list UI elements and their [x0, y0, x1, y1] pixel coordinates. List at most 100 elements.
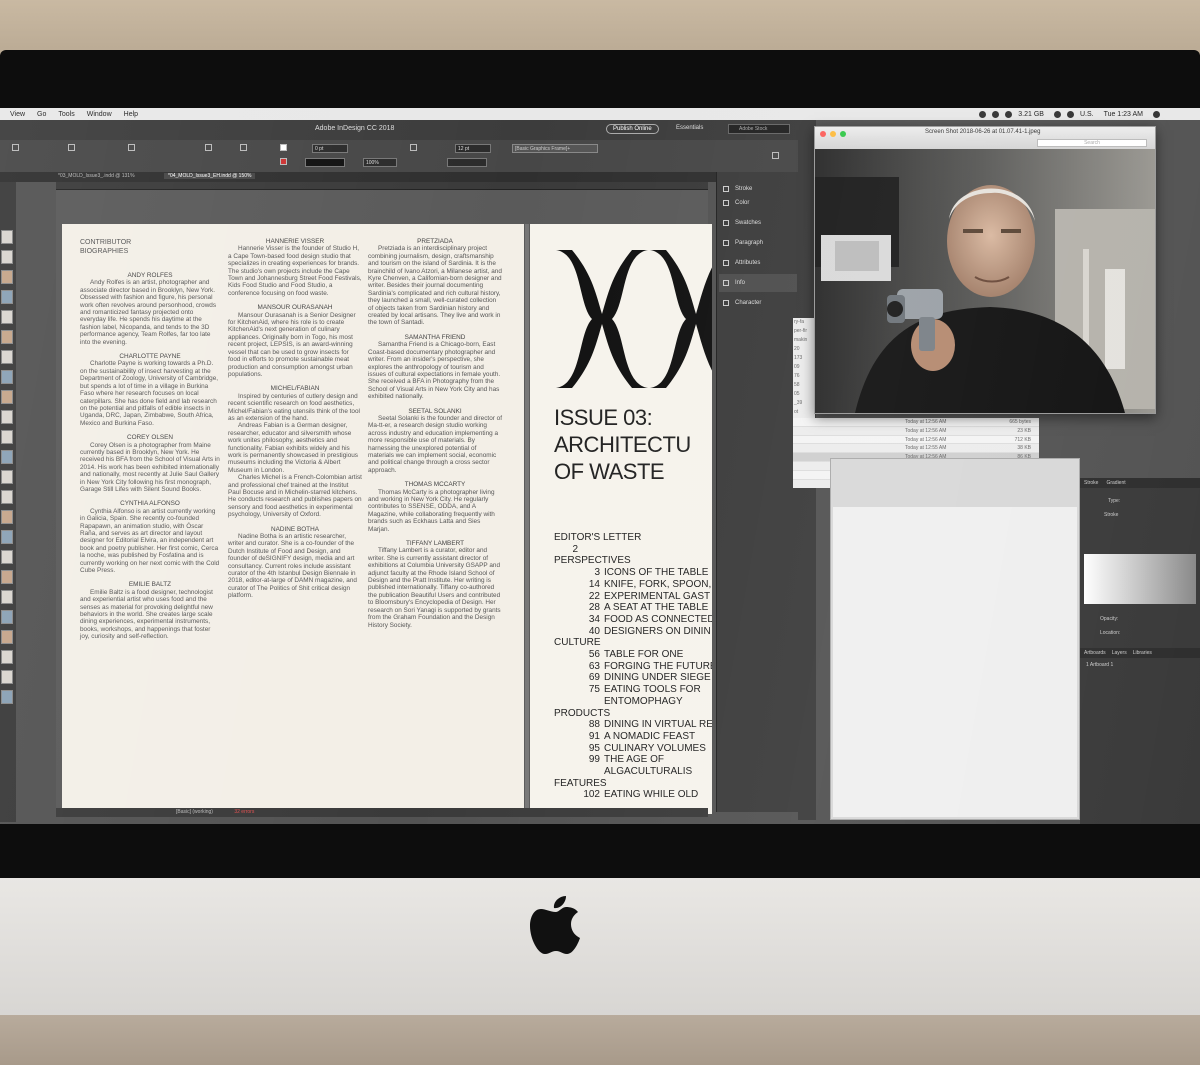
page-thumb[interactable]: [1, 230, 13, 244]
preview-window[interactable]: Screen Shot 2018-06-26 at 01.07.41-1.jpe…: [814, 126, 1156, 414]
toc-entry[interactable]: 95 CULINARY VOLUMES: [554, 743, 712, 755]
flip-icon[interactable]: [205, 144, 212, 151]
toc-entry[interactable]: 88 DINING IN VIRTUAL RE: [554, 719, 712, 731]
lightning-icon[interactable]: [772, 152, 779, 159]
page-contributors[interactable]: CONTRIBUTOR BIOGRAPHIES ANDY ROLFES Andy …: [62, 224, 524, 814]
publish-online-button[interactable]: Publish Online: [606, 124, 659, 134]
finder-filename[interactable]: 58: [793, 381, 815, 390]
opacity-field[interactable]: [447, 158, 487, 167]
page-thumb[interactable]: [1, 670, 13, 684]
bio-column-2[interactable]: HANNERIE VISSER Hannerie Visser is the fo…: [228, 238, 362, 600]
pages-panel-thumbnails[interactable]: [0, 228, 14, 818]
menu-view[interactable]: View: [10, 111, 25, 118]
panel-paragraph[interactable]: Paragraph: [719, 234, 797, 252]
status-mode[interactable]: [Basic] (working): [176, 809, 213, 815]
wifi-icon[interactable]: [1053, 110, 1061, 118]
fill-swatch-icon[interactable]: [280, 144, 287, 151]
search-icon[interactable]: [1153, 110, 1160, 118]
finder-row[interactable]: Today at 12:56 AM 712 KB: [793, 435, 1039, 445]
tab-artboards[interactable]: Artboards: [1084, 648, 1106, 658]
menu-tools[interactable]: Tools: [58, 111, 74, 118]
stroke-weight-field[interactable]: 0 pt: [312, 144, 348, 153]
page-thumb[interactable]: [1, 370, 13, 384]
constrain-icon[interactable]: [68, 144, 75, 151]
select-container-icon[interactable]: [240, 144, 247, 151]
page-thumb[interactable]: [1, 610, 13, 624]
background-window[interactable]: [830, 458, 1080, 820]
finder-filename[interactable]: ry-fa: [793, 318, 815, 327]
finder-filename-column[interactable]: ry-faper-firmakin2017309765805_39ot3015S…: [793, 318, 859, 451]
preflight-errors[interactable]: 32 errors: [234, 809, 254, 815]
page-thumb[interactable]: [1, 570, 13, 584]
locale-indicator[interactable]: U.S.: [1080, 111, 1094, 118]
page-thumb[interactable]: [1, 290, 13, 304]
finder-filename[interactable]: makin: [793, 336, 815, 345]
stroke-swatch-icon[interactable]: [280, 158, 287, 165]
panel-info[interactable]: Info: [719, 274, 797, 292]
toc-entry[interactable]: 91 A NOMADIC FEAST: [554, 731, 712, 743]
stroke-type-field[interactable]: [305, 158, 345, 167]
panel-character[interactable]: Character: [719, 294, 797, 312]
cloud-icon[interactable]: [992, 110, 1000, 118]
menu-go[interactable]: Go: [37, 111, 46, 118]
object-style-dropdown[interactable]: [Basic Graphics Frame]+: [512, 144, 598, 153]
page-thumb[interactable]: [1, 650, 13, 664]
rotate-icon[interactable]: [128, 144, 135, 151]
clock[interactable]: Tue 1:23 AM: [1104, 111, 1143, 118]
page-thumb[interactable]: [1, 250, 13, 264]
toc-entry[interactable]: 102 EATING WHILE OLD: [554, 789, 712, 801]
page-thumb[interactable]: [1, 450, 13, 464]
page-thumb[interactable]: [1, 390, 13, 404]
finder-filename[interactable]: 173: [793, 354, 815, 363]
reference-point-icon[interactable]: [12, 144, 19, 151]
close-button[interactable]: [820, 131, 826, 137]
bio-column-3[interactable]: PRETZIADA Pretziada is an interdisciplina…: [368, 238, 502, 629]
page-thumb[interactable]: [1, 590, 13, 604]
bio-column-1[interactable]: ANDY ROLFES Andy Rolfes is an artist, pho…: [80, 272, 220, 641]
tab-gradient[interactable]: Gradient: [1106, 478, 1125, 488]
toc-entry[interactable]: 14 KNIFE, FORK, SPOON,: [554, 579, 712, 591]
page-thumb[interactable]: [1, 410, 13, 424]
toc-entry[interactable]: 99 THE AGE OF: [554, 754, 712, 766]
tab-libraries[interactable]: Libraries: [1133, 648, 1152, 658]
panel-color[interactable]: Color: [719, 194, 797, 212]
finder-row[interactable]: Today at 12:55 AM 38 KB: [793, 444, 1039, 454]
tab-stroke[interactable]: Stroke: [1084, 478, 1098, 488]
finder-row[interactable]: Today at 12:56 AM 23 KB: [793, 427, 1039, 436]
finder-filename[interactable]: _39: [793, 399, 815, 408]
preview-titlebar[interactable]: Screen Shot 2018-06-26 at 01.07.41-1.jpe…: [815, 127, 1155, 149]
toc-entry[interactable]: 63 FORGING THE FUTURE: [554, 661, 712, 673]
finder-filename[interactable]: 20: [793, 345, 815, 354]
panel-swatches[interactable]: Swatches: [719, 214, 797, 232]
toc-entry[interactable]: 3 ICONS OF THE TABLE: [554, 567, 712, 579]
toc-entry[interactable]: ALGACULTURALIS: [554, 766, 712, 778]
toc-entry[interactable]: 2: [554, 544, 712, 556]
size-field[interactable]: 12 pt: [455, 144, 491, 153]
disk-icon[interactable]: [1005, 110, 1013, 118]
finder-filename[interactable]: ot: [793, 408, 815, 417]
toc-entry[interactable]: ENTOMOPHAGY: [554, 696, 712, 708]
toc-entry[interactable]: 69 DINING UNDER SIEGE: [554, 672, 712, 684]
document-spread[interactable]: CONTRIBUTOR BIOGRAPHIES ANDY ROLFES Andy …: [56, 182, 712, 817]
preview-search-field[interactable]: Search: [1037, 139, 1147, 147]
page-thumb[interactable]: [1, 470, 13, 484]
adobe-stock-search[interactable]: Adobe Stock: [728, 124, 790, 134]
finder-filename[interactable]: 09: [793, 363, 815, 372]
workspace-switcher[interactable]: Essentials: [676, 125, 703, 131]
artboard-row[interactable]: 1 Artboard 1: [1086, 662, 1113, 668]
tab-doc-1[interactable]: *03_MOLD_Issue3_.indd @ 131%: [54, 173, 139, 179]
toc-entry[interactable]: 28 A SEAT AT THE TABLE: [554, 602, 712, 614]
menu-window[interactable]: Window: [87, 111, 112, 118]
panel-attributes[interactable]: Attributes: [719, 254, 797, 272]
toc-entry[interactable]: 56 TABLE FOR ONE: [554, 649, 712, 661]
tab-doc-2[interactable]: *04_MOLD_Issue3_EH.indd @ 150%: [164, 173, 256, 179]
menu-help[interactable]: Help: [124, 111, 138, 118]
finder-filename[interactable]: 76: [793, 372, 815, 381]
finder-filename[interactable]: 05: [793, 390, 815, 399]
finder-row[interactable]: Today at 12:56 AM 665 bytes: [793, 418, 1039, 427]
gradient-ramp[interactable]: [1084, 554, 1196, 604]
page-thumb[interactable]: [1, 530, 13, 544]
page-thumb[interactable]: [1, 430, 13, 444]
minimize-button[interactable]: [830, 131, 836, 137]
volume-icon[interactable]: [1066, 110, 1074, 118]
